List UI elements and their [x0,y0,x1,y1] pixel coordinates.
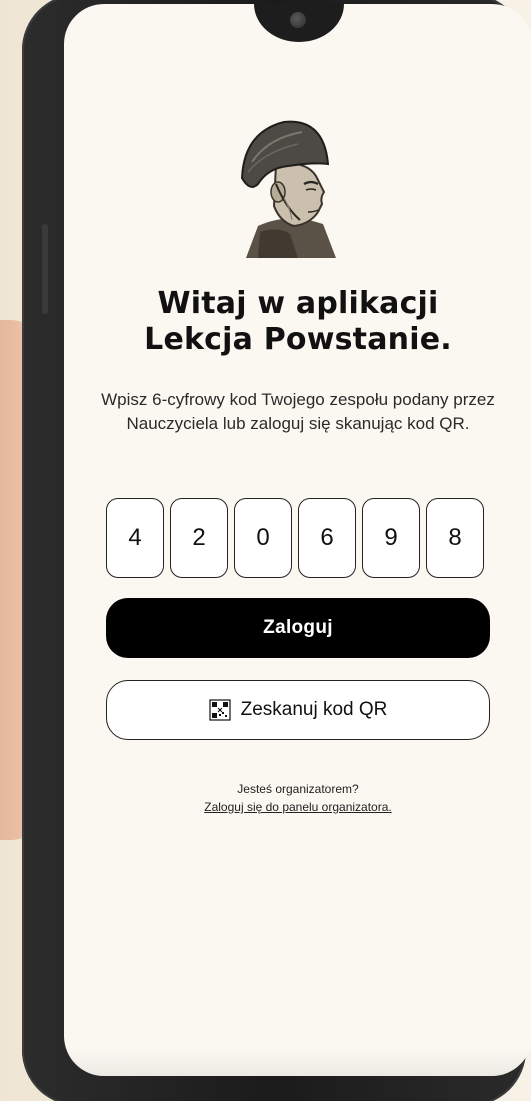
soldier-avatar-icon [240,120,336,258]
camera-notch [254,4,344,42]
code-digit-5[interactable]: 9 [362,498,420,578]
login-button-label: Zaloguj [263,617,333,638]
title-line-1: Witaj w aplikacji [157,286,439,321]
page-title: Witaj w aplikacji Lekcja Powstanie. [64,286,531,358]
scene: Witaj w aplikacji Lekcja Powstanie. Wpis… [0,0,531,1101]
code-digit-4[interactable]: 6 [298,498,356,578]
organizer-login-link[interactable]: Zaloguj się do panelu organizatora. [64,800,531,814]
login-button[interactable]: Zaloguj [106,598,490,658]
phone-screen: Witaj w aplikacji Lekcja Powstanie. Wpis… [64,4,531,1076]
phone-side-button [42,224,48,314]
code-digit-2[interactable]: 2 [170,498,228,578]
phone-frame: Witaj w aplikacji Lekcja Powstanie. Wpis… [22,0,531,1101]
title-line-2: Lekcja Powstanie. [144,322,452,357]
qr-code-icon [208,699,231,721]
team-code-input: 4 2 0 6 9 8 [106,498,490,582]
scan-qr-button[interactable]: Zeskanuj kod QR [106,680,490,740]
front-camera-icon [290,12,306,28]
code-digit-6[interactable]: 8 [426,498,484,578]
organizer-question: Jesteś organizatorem? [237,782,359,796]
bottom-gesture-area [64,1050,531,1076]
scan-qr-button-label: Zeskanuj kod QR [240,699,388,720]
code-digit-3[interactable]: 0 [234,498,292,578]
instructions-text: Wpisz 6-cyfrowy kod Twojego zespołu poda… [101,390,495,433]
code-digit-1[interactable]: 4 [106,498,164,578]
